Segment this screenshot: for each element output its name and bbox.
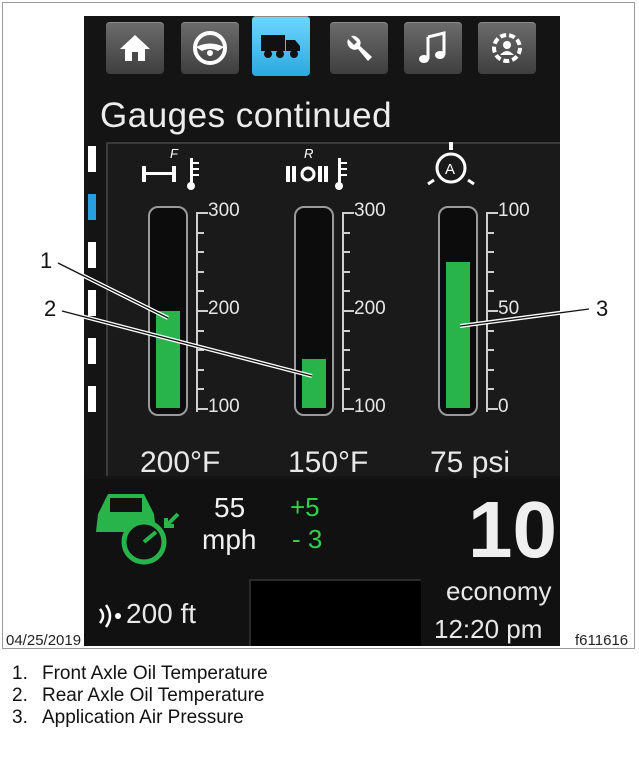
callout-2: 2 bbox=[44, 296, 57, 321]
figure-id: f611616 bbox=[575, 632, 629, 649]
callout-lines bbox=[57, 261, 590, 378]
legend-item: 3. Application Air Pressure bbox=[12, 707, 244, 728]
legend-list: 1. Front Axle Oil Temperature 2. Rear Axle… bbox=[12, 663, 268, 729]
callout-3: 3 bbox=[596, 296, 609, 321]
legend-item: 1. Front Axle Oil Temperature bbox=[12, 663, 268, 684]
callout-1: 1 bbox=[40, 248, 53, 273]
figure-date: 04/25/2019 bbox=[6, 632, 82, 649]
legend-item: 2. Rear Axle Oil Temperature bbox=[12, 685, 265, 706]
